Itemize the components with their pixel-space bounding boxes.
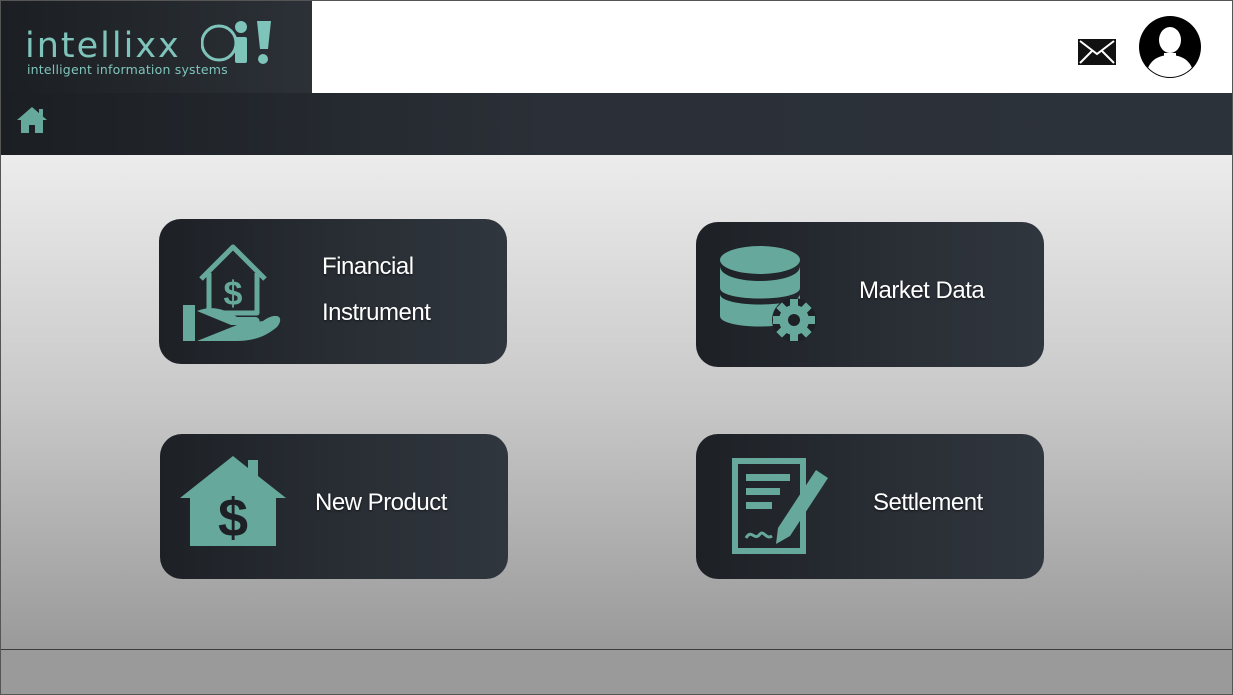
envelope-icon[interactable] <box>1077 38 1117 66</box>
logo[interactable]: intellixx intelligent information system… <box>1 1 312 93</box>
nav-bar <box>1 93 1232 155</box>
new-product-label: New Product <box>315 489 447 516</box>
financial-instrument-tile[interactable]: $ Financial Instrument <box>159 219 507 364</box>
document-pen-icon <box>732 458 828 554</box>
settlement-tile[interactable]: Settlement <box>696 434 1044 579</box>
database-gear-icon <box>720 246 816 342</box>
financial-instrument-label-line1: Financial <box>322 253 414 280</box>
logo-mark-icon <box>201 21 271 64</box>
svg-text:$: $ <box>224 275 243 313</box>
logo-wordmark: intellixx <box>25 26 181 66</box>
home-icon[interactable] <box>15 105 49 135</box>
new-product-tile[interactable]: $ New Product <box>160 434 508 579</box>
house-dollar-icon: $ <box>180 456 286 548</box>
market-data-tile[interactable]: Market Data <box>696 222 1044 367</box>
house-dollar-hand-icon: $ <box>183 244 281 341</box>
settlement-label: Settlement <box>873 489 983 516</box>
footer-bar <box>1 649 1232 694</box>
financial-instrument-label-line2: Instrument <box>322 299 431 326</box>
app-window: intellixx intelligent information system… <box>0 0 1233 695</box>
market-data-label: Market Data <box>859 277 985 304</box>
logo-tagline: intelligent information systems <box>27 62 228 77</box>
svg-text:$: $ <box>218 488 248 548</box>
user-avatar-icon[interactable] <box>1138 15 1202 79</box>
